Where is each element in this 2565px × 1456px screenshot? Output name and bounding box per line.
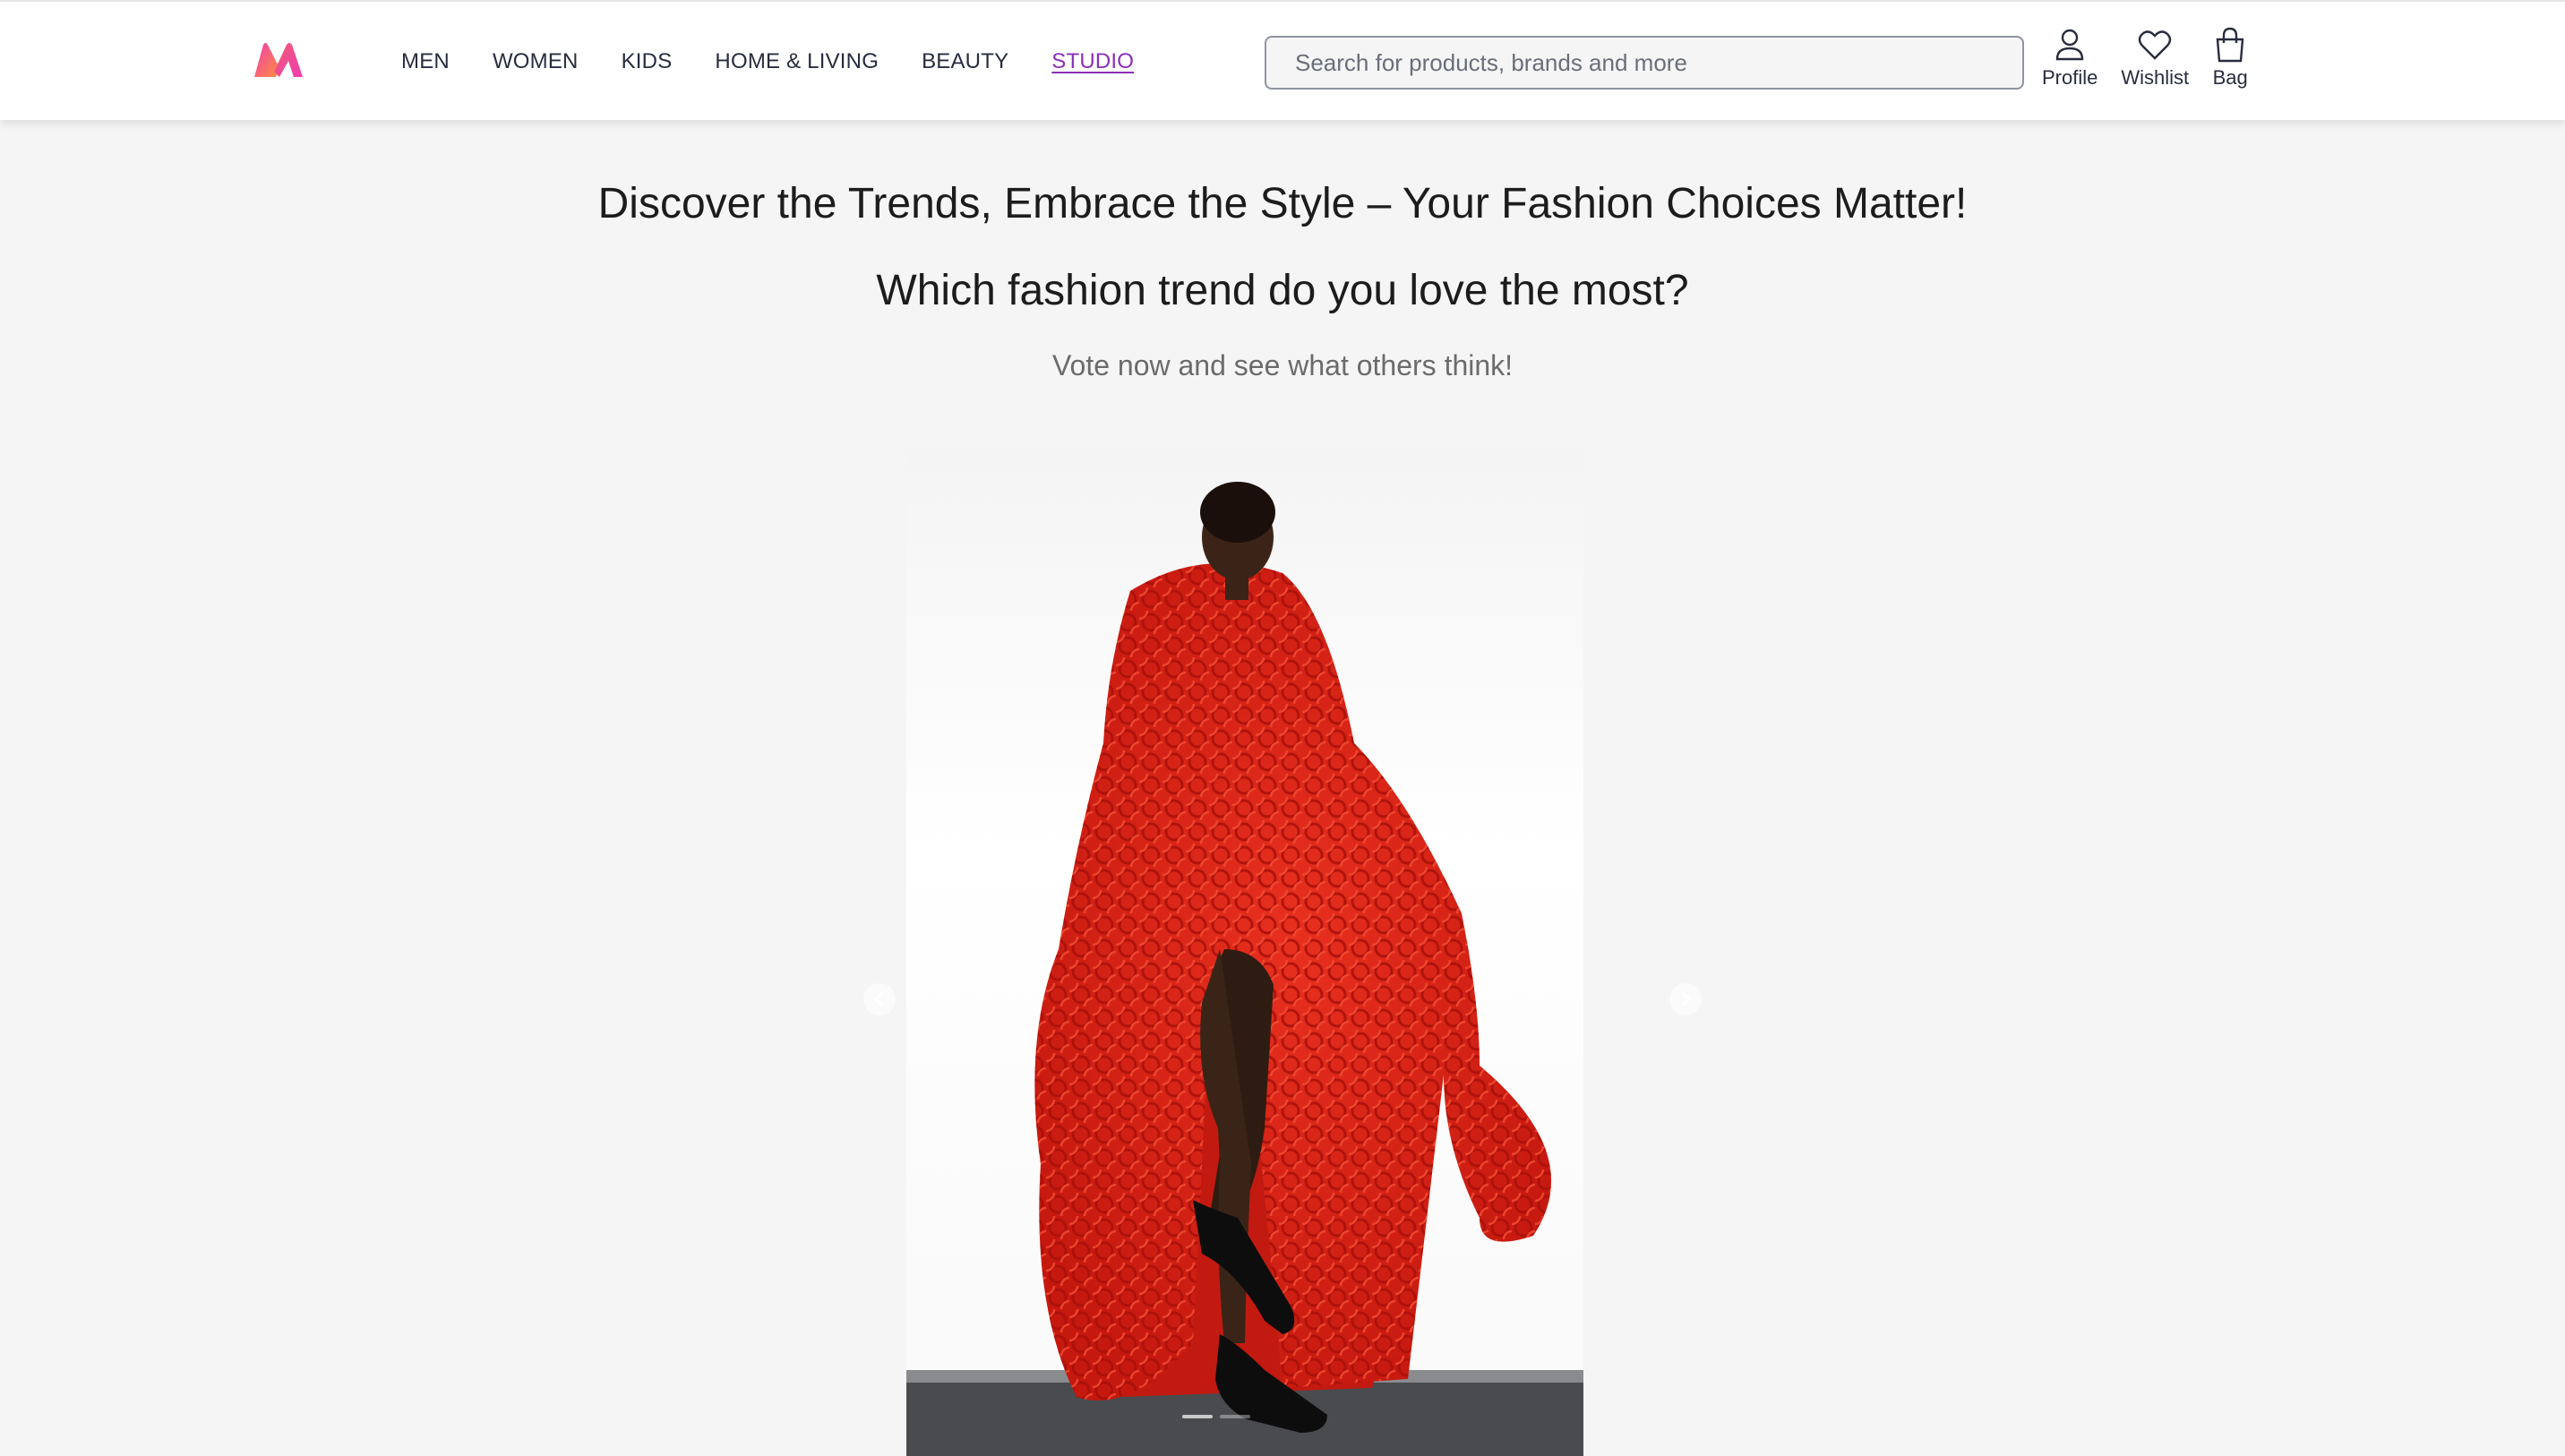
carousel-next-button[interactable]	[1669, 983, 1702, 1015]
poll-question: Which fashion trend do you love the most…	[876, 267, 1689, 314]
carousel-dot-1[interactable]	[1182, 1415, 1213, 1418]
profile-icon	[2055, 29, 2084, 61]
nav-item-home-living[interactable]: HOME & LIVING	[715, 49, 879, 74]
nav-item-beauty[interactable]: BEAUTY	[922, 49, 1008, 74]
trend-photo	[906, 482, 1583, 1456]
carousel-dots	[1182, 1415, 1257, 1418]
nav-item-kids[interactable]: KIDS	[622, 49, 673, 74]
nav-item-studio[interactable]: STUDIO	[1051, 49, 1134, 74]
poll-subtext: Vote now and see what others think!	[1051, 349, 1514, 381]
myntra-logo-icon[interactable]	[253, 41, 305, 79]
bag-icon	[2216, 27, 2244, 63]
nav-item-women[interactable]: WOMEN	[493, 49, 579, 74]
carousel-dot-2[interactable]	[1220, 1415, 1250, 1418]
heart-icon	[2139, 30, 2172, 60]
page-headline: Discover the Trends, Embrace the Style –…	[597, 180, 1968, 227]
chevron-left-icon	[873, 991, 884, 1007]
carousel-prev-button[interactable]	[863, 983, 896, 1015]
bag-button[interactable]: Bag	[2212, 27, 2248, 98]
profile-button[interactable]: Profile	[2042, 27, 2097, 98]
profile-label: Profile	[2042, 66, 2098, 89]
wishlist-label: Wishlist	[2121, 66, 2190, 89]
wishlist-button[interactable]: Wishlist	[2121, 27, 2189, 98]
search-input[interactable]	[1295, 48, 2022, 77]
chevron-right-icon	[1681, 991, 1692, 1007]
header-actions: Profile Wishlist Bag	[2042, 27, 2271, 98]
nav-item-men[interactable]: MEN	[401, 49, 450, 74]
trend-carousel[interactable]	[906, 448, 1583, 1456]
bag-label: Bag	[2212, 66, 2248, 89]
top-header: MEN WOMEN KIDS HOME & LIVING BEAUTY STUD…	[0, 0, 2565, 120]
search-box	[1265, 36, 2024, 90]
main-nav: MEN WOMEN KIDS HOME & LIVING BEAUTY STUD…	[401, 2, 1177, 122]
